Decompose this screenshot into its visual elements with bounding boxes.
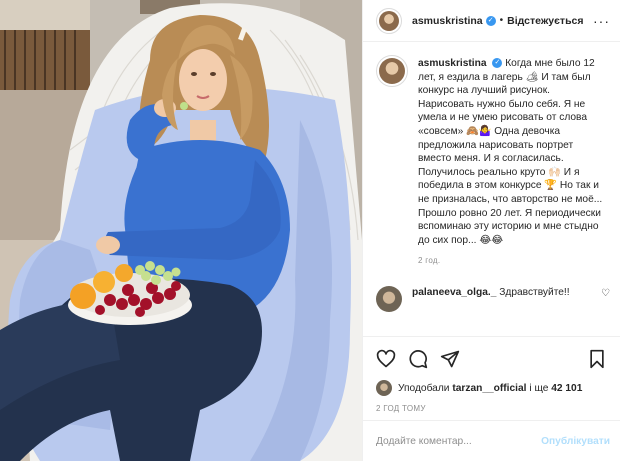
post-comment-button[interactable]: Опублікувати (541, 436, 610, 447)
verified-badge-icon: ✓ (485, 15, 496, 26)
caption: asmuskristina ✓ Когда мне было 12 лет, я… (376, 55, 610, 247)
caption-avatar[interactable] (376, 55, 408, 87)
comment-username[interactable]: palaneeva_olga._ (412, 287, 496, 298)
add-comment-bar: Опублікувати (363, 420, 620, 461)
heart-icon[interactable] (376, 349, 396, 369)
post-actions: Уподобали tarzan__official і ще 42 101 2… (363, 336, 620, 413)
likes-count[interactable]: 42 101 (551, 383, 582, 394)
comment-like-heart-icon[interactable]: ♡ (601, 288, 610, 299)
author-avatar[interactable] (376, 7, 402, 34)
liker-avatar[interactable] (376, 380, 392, 396)
liker-username[interactable]: tarzan__official (452, 383, 526, 394)
likes-summary: Уподобали tarzan__official і ще 42 101 (376, 380, 607, 396)
post-timestamp[interactable]: 2 ГОД ТОМУ (376, 404, 607, 413)
caption-username[interactable]: asmuskristina (418, 58, 487, 69)
post-side-panel: asmuskristina ✓ • Відстежується ··· asmu… (362, 0, 620, 461)
comment-item: palaneeva_olga._ Здравствуйте!! ♡ (376, 286, 610, 313)
commenter-avatar[interactable] (376, 286, 402, 313)
action-icons-row (376, 347, 607, 371)
comment-body: palaneeva_olga._ Здравствуйте!! (412, 286, 595, 299)
comment-bubble-icon[interactable] (408, 349, 428, 369)
likes-prefix: Уподобали (398, 382, 450, 394)
more-dots-icon[interactable]: ··· (593, 14, 610, 28)
photo-illustration (0, 0, 362, 461)
verified-badge-icon: ✓ (492, 58, 503, 69)
comments-list[interactable]: asmuskristina ✓ Когда мне было 12 лет, я… (363, 43, 620, 335)
follow-status-button[interactable]: Відстежується (507, 15, 583, 27)
separator-dot: • (499, 15, 504, 26)
author-username[interactable]: asmuskristina (412, 15, 483, 27)
caption-timestamp[interactable]: 2 год. (418, 256, 610, 265)
comment-text: Здравствуйте!! (499, 287, 570, 299)
likes-text[interactable]: Уподобали tarzan__official і ще 42 101 (398, 383, 582, 394)
caption-text: asmuskristina ✓ Когда мне было 12 лет, я… (418, 57, 604, 247)
comment-input[interactable] (376, 435, 542, 447)
bookmark-icon[interactable] (587, 349, 607, 369)
likes-suffix: і ще (529, 382, 549, 394)
post-header: asmuskristina ✓ • Відстежується ··· (363, 0, 620, 42)
post-photo[interactable] (0, 0, 362, 461)
caption-body: Когда мне было 12 лет, я ездила в лагерь… (418, 58, 603, 246)
paper-plane-icon[interactable] (440, 349, 460, 369)
